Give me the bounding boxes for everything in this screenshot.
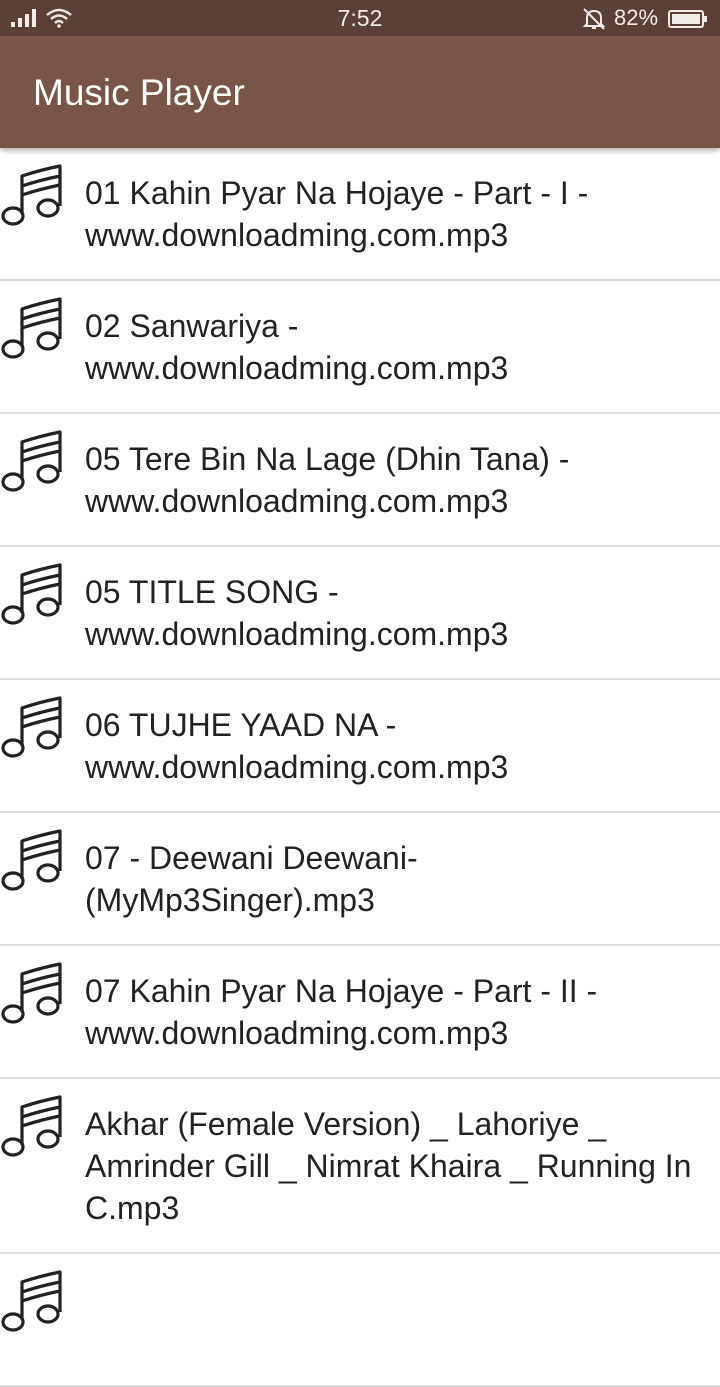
- song-title: 05 TITLE SONG - www.downloadming.com.mp3: [85, 574, 509, 652]
- app-bar: Music Player: [0, 36, 720, 148]
- status-bar: 7:52 82%: [0, 0, 720, 36]
- song-item[interactable]: [0, 1254, 720, 1387]
- battery-percent: 82%: [614, 5, 659, 30]
- song-title: 07 - Deewani Deewani-(MyMp3Singer).mp3: [85, 840, 418, 918]
- song-item[interactable]: 01 Kahin Pyar Na Hojaye - Part - I - www…: [0, 148, 720, 281]
- app-title: Music Player: [33, 72, 245, 113]
- song-title: 05 Tere Bin Na Lage (Dhin Tana) - www.do…: [85, 441, 570, 519]
- song-list: 01 Kahin Pyar Na Hojaye - Part - I - www…: [0, 148, 720, 1387]
- silent-bell-icon: [582, 8, 606, 30]
- song-item[interactable]: 07 - Deewani Deewani-(MyMp3Singer).mp3: [0, 813, 720, 946]
- music-note-icon: [1, 430, 62, 492]
- song-item[interactable]: Akhar (Female Version) _ Lahoriye _ Amri…: [0, 1079, 720, 1254]
- music-note-icon: [1, 1270, 62, 1332]
- battery-icon: [668, 10, 707, 28]
- music-note-icon: [1, 1095, 62, 1157]
- music-note-icon: [1, 297, 62, 359]
- music-note-icon: [1, 829, 62, 891]
- song-title: 06 TUJHE YAAD NA - www.downloadming.com.…: [85, 707, 509, 785]
- song-item[interactable]: 06 TUJHE YAAD NA - www.downloadming.com.…: [0, 680, 720, 813]
- song-title: 01 Kahin Pyar Na Hojaye - Part - I - www…: [85, 175, 589, 253]
- song-item[interactable]: 07 Kahin Pyar Na Hojaye - Part - II - ww…: [0, 946, 720, 1079]
- music-note-icon: [1, 164, 62, 226]
- status-time: 7:52: [337, 5, 383, 31]
- song-item[interactable]: 02 Sanwariya - www.downloadming.com.mp3: [0, 281, 720, 414]
- song-title: Akhar (Female Version) _ Lahoriye _ Amri…: [85, 1106, 692, 1226]
- song-title: 02 Sanwariya - www.downloadming.com.mp3: [85, 308, 509, 386]
- music-note-icon: [1, 696, 62, 758]
- song-title: 07 Kahin Pyar Na Hojaye - Part - II - ww…: [85, 973, 598, 1051]
- song-item[interactable]: 05 Tere Bin Na Lage (Dhin Tana) - www.do…: [0, 414, 720, 547]
- music-note-icon: [1, 962, 62, 1024]
- song-item[interactable]: 05 TITLE SONG - www.downloadming.com.mp3: [0, 547, 720, 680]
- music-note-icon: [1, 563, 62, 625]
